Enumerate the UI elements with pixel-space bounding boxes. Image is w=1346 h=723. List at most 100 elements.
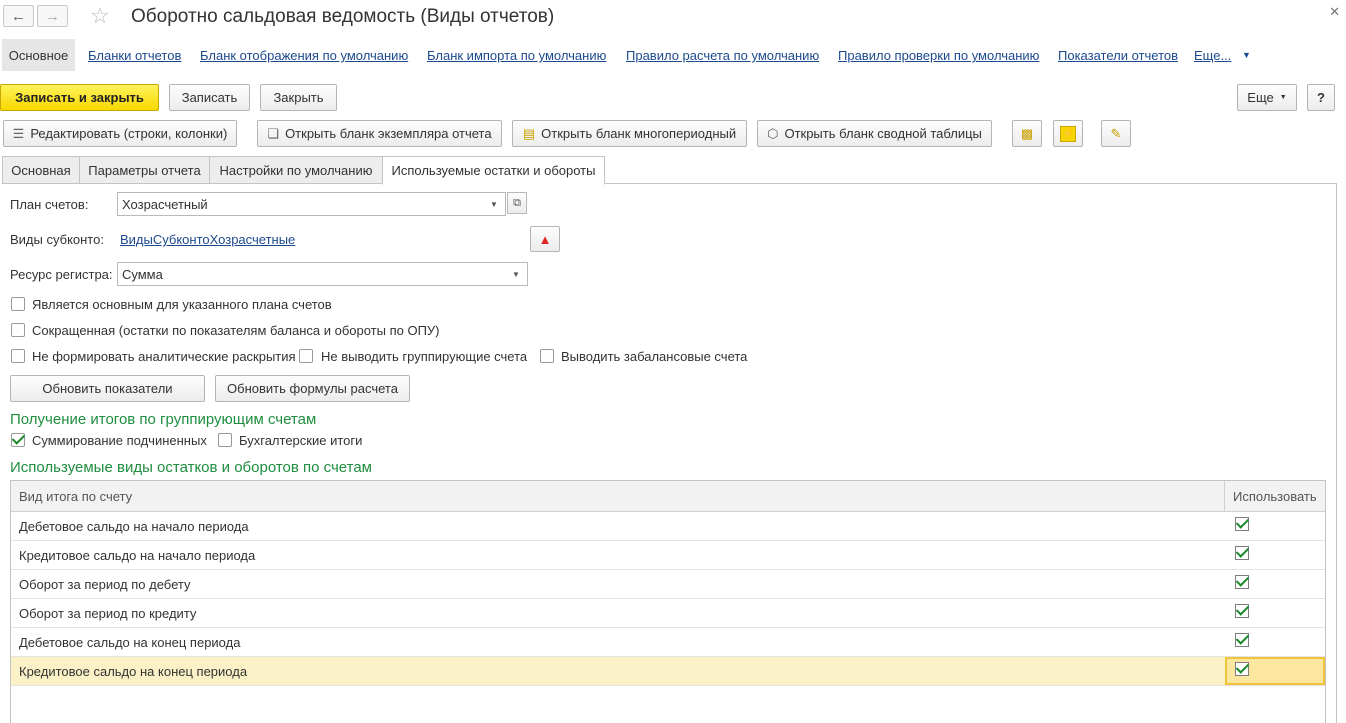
chart-of-accounts-field[interactable]: Хозрасчетный ▼ — [117, 192, 506, 216]
use-cell[interactable] — [1225, 657, 1325, 685]
nav-link-calc-rule[interactable]: Правило расчета по умолчанию — [626, 48, 819, 63]
row-kind: Кредитовое сальдо на начало периода — [19, 548, 256, 563]
open-pivot-label: Открыть бланк сводной таблицы — [784, 126, 982, 141]
chevron-down-icon: ▼ — [1242, 50, 1251, 60]
edit-document-button[interactable]: ✎ — [1101, 120, 1131, 147]
shortened-label: Сокращенная (остатки по показателям бала… — [32, 323, 440, 338]
chevron-down-icon: ▼ — [1279, 94, 1287, 101]
chart-of-accounts-value: Хозрасчетный — [122, 196, 208, 212]
update-indicators-button[interactable]: Обновить показатели — [10, 375, 205, 402]
no-group-accounts-label: Не выводить группирующие счета — [321, 349, 528, 364]
register-resource-label: Ресурс регистра: — [10, 267, 113, 282]
tab-divider — [604, 183, 1337, 184]
save-button[interactable]: Записать — [169, 84, 250, 111]
table-row[interactable]: Оборот за период по дебету — [11, 570, 1325, 599]
close-button[interactable]: Закрыть — [260, 84, 337, 111]
column-header-kind[interactable]: Вид итога по счету — [11, 481, 1225, 512]
use-checkbox[interactable] — [1235, 575, 1249, 589]
edit-rows-columns-button[interactable]: ☰ Редактировать (строки, колонки) — [3, 120, 237, 147]
open-instance-blank-button[interactable]: ❏ Открыть бланк экземпляра отчета — [257, 120, 502, 147]
save-close-button[interactable]: Записать и закрыть — [0, 84, 159, 111]
tab-main[interactable]: Основная — [2, 156, 80, 184]
use-checkbox[interactable] — [1235, 662, 1249, 676]
table-row-selected[interactable]: Кредитовое сальдо на конец периода — [11, 657, 1325, 686]
more-button-label: Еще — [1247, 90, 1274, 105]
accounting-totals-label: Бухгалтерские итоги — [239, 433, 363, 448]
balances-table: Вид итога по счету Использовать Дебетово… — [10, 480, 1326, 723]
totals-section-title: Получение итогов по группирующим счетам — [10, 411, 317, 428]
nav-link-blanks[interactable]: Бланки отчетов — [88, 48, 181, 63]
copy-list-icon: ▩ — [1020, 125, 1034, 141]
offbalance-checkbox[interactable] — [540, 349, 554, 363]
star-icon[interactable]: ☆ — [90, 3, 110, 29]
table-section-title: Используемые виды остатков и оборотов по… — [10, 459, 372, 476]
use-checkbox[interactable] — [1235, 546, 1249, 560]
nav-link-import-blank[interactable]: Бланк импорта по умолчанию — [427, 48, 606, 63]
open-chart-button[interactable]: ⧉ — [507, 192, 527, 214]
use-checkbox[interactable] — [1235, 604, 1249, 618]
main-for-chart-checkbox[interactable] — [11, 297, 25, 311]
back-button[interactable]: ← — [3, 5, 34, 27]
lightning-button[interactable]: ⚡ — [1053, 120, 1083, 147]
column-header-use[interactable]: Использовать — [1225, 481, 1325, 512]
use-checkbox[interactable] — [1235, 517, 1249, 531]
row-kind: Дебетовое сальдо на конец периода — [19, 635, 241, 650]
sum-subordinates-label: Суммирование подчиненных — [32, 433, 207, 448]
sum-subordinates-checkbox[interactable] — [11, 433, 25, 447]
open-multiperiod-blank-button[interactable]: ▤ Открыть бланк многопериодный — [512, 120, 747, 147]
nav-main[interactable]: Основное — [2, 39, 75, 71]
tab-report-params[interactable]: Параметры отчета — [79, 156, 210, 184]
tab-default-settings[interactable]: Настройки по умолчанию — [209, 156, 383, 184]
forward-button[interactable]: → — [37, 5, 68, 27]
update-formulas-button[interactable]: Обновить формулы расчета — [215, 375, 410, 402]
nav-link-indicators[interactable]: Показатели отчетов — [1058, 48, 1178, 63]
subconto-kinds-link[interactable]: ВидыСубконтоХозрасчетные — [120, 232, 295, 247]
edit-document-icon: ✎ — [1110, 125, 1122, 141]
register-resource-field[interactable]: Сумма ▼ — [117, 262, 528, 286]
no-group-accounts-checkbox[interactable] — [299, 349, 313, 363]
accounting-totals-checkbox[interactable] — [218, 433, 232, 447]
more-button[interactable]: Еще ▼ — [1237, 84, 1297, 111]
no-analytics-label: Не формировать аналитические раскрытия — [32, 349, 296, 364]
arrow-left-icon: ← — [11, 7, 26, 25]
tab-divider — [2, 183, 382, 184]
use-cell[interactable] — [1225, 541, 1325, 569]
use-cell[interactable] — [1225, 570, 1325, 598]
open-multi-label: Открыть бланк многопериодный — [541, 126, 737, 141]
shortened-checkbox[interactable] — [11, 323, 25, 337]
use-cell[interactable] — [1225, 512, 1325, 540]
tab-used-balances[interactable]: Используемые остатки и обороты — [382, 156, 605, 185]
nav-link-check-rule[interactable]: Правило проверки по умолчанию — [838, 48, 1039, 63]
subconto-kinds-label: Виды субконто: — [10, 232, 104, 247]
use-cell[interactable] — [1225, 628, 1325, 656]
use-cell[interactable] — [1225, 599, 1325, 627]
register-resource-value: Сумма — [122, 266, 163, 282]
table-row[interactable]: Дебетовое сальдо на конец периода — [11, 628, 1325, 657]
arrow-right-icon: → — [45, 7, 60, 25]
chevron-down-icon[interactable]: ▼ — [505, 263, 527, 285]
panel-border — [1336, 183, 1337, 723]
table-row[interactable]: Кредитовое сальдо на начало периода — [11, 541, 1325, 570]
edit-table-icon: ☰ — [12, 125, 25, 141]
use-checkbox[interactable] — [1235, 633, 1249, 647]
open-instance-label: Открыть бланк экземпляра отчета — [285, 126, 492, 141]
copy-list-button[interactable]: ▩ — [1012, 120, 1042, 147]
row-kind: Оборот за период по дебету — [19, 577, 191, 592]
table-row[interactable]: Дебетовое сальдо на начало периода — [11, 512, 1325, 541]
chevron-down-icon[interactable]: ▼ — [483, 193, 505, 215]
open-window-icon: ⧉ — [513, 196, 521, 209]
chart-of-accounts-label: План счетов: — [10, 197, 89, 212]
warning-icon: ▲ — [538, 231, 552, 247]
row-kind: Кредитовое сальдо на конец периода — [19, 664, 248, 679]
nav-link-more[interactable]: Еще... — [1194, 48, 1231, 63]
edit-button-label: Редактировать (строки, колонки) — [30, 126, 228, 141]
main-for-chart-label: Является основным для указанного плана с… — [32, 297, 332, 312]
help-button[interactable]: ? — [1307, 84, 1335, 111]
close-icon[interactable]: ✕ — [1329, 4, 1340, 20]
no-analytics-checkbox[interactable] — [11, 349, 25, 363]
lightning-icon: ⚡ — [1060, 125, 1076, 142]
open-pivot-blank-button[interactable]: ⬡ Открыть бланк сводной таблицы — [757, 120, 992, 147]
table-row[interactable]: Оборот за период по кредиту — [11, 599, 1325, 628]
warning-button[interactable]: ▲ — [530, 226, 560, 252]
nav-link-display-blank[interactable]: Бланк отображения по умолчанию — [200, 48, 408, 63]
